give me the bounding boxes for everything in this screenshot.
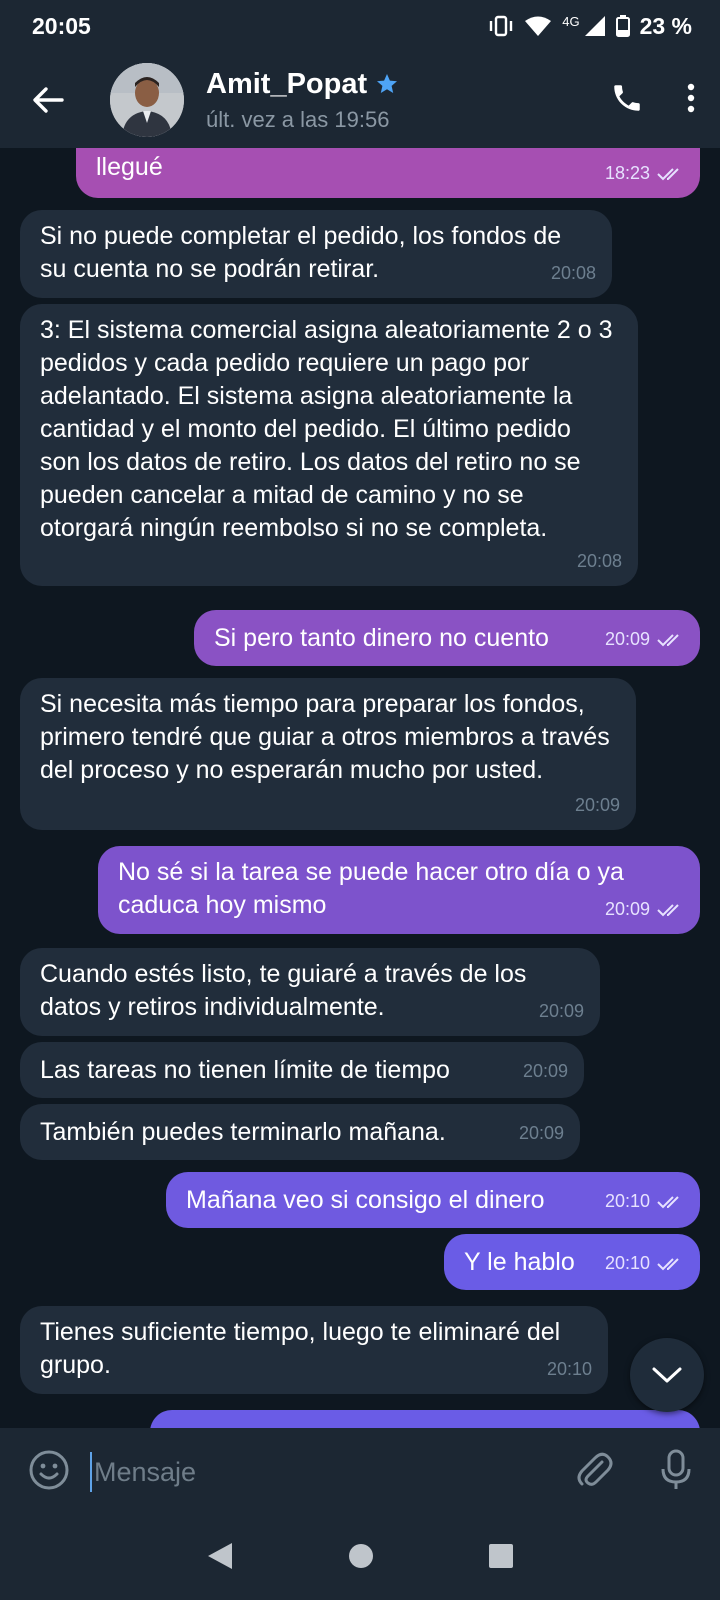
- avatar[interactable]: [110, 63, 184, 137]
- outgoing-message[interactable]: Si pero tanto dinero no cuento 20:09: [194, 610, 700, 666]
- message-time: 20:09: [604, 899, 650, 919]
- outgoing-message[interactable]: No sé si la tarea se puede hacer otro dí…: [98, 846, 700, 934]
- status-bar: 20:05 4G 23 %: [0, 0, 720, 52]
- incoming-message[interactable]: Si necesita más tiempo para preparar los…: [20, 678, 636, 830]
- nav-back-button[interactable]: [206, 1541, 234, 1576]
- incoming-message[interactable]: También puedes terminarlo mañana. 20:09: [20, 1104, 580, 1160]
- message-time: 18:23: [604, 163, 650, 183]
- status-icons: 4G 23 %: [488, 13, 692, 40]
- incoming-message[interactable]: Tienes suficiente tiempo, luego te elimi…: [20, 1306, 608, 1394]
- star-icon: [377, 74, 398, 93]
- wifi-icon: [524, 15, 552, 37]
- message-time: 20:09: [574, 795, 620, 815]
- outgoing-message[interactable]: Mañana veo si consigo el dinero 20:10: [166, 1172, 700, 1228]
- incoming-message[interactable]: Cuando estés listo, te guiaré a través d…: [20, 948, 600, 1036]
- message-composer: Mensaje: [0, 1428, 720, 1516]
- outgoing-message[interactable]: Y le hablo 20:10: [444, 1234, 700, 1290]
- circle-home-icon: [348, 1543, 373, 1568]
- contact-info[interactable]: Amit_Popat últ. vez a las 19:56: [206, 68, 610, 133]
- nav-home-button[interactable]: [347, 1542, 375, 1575]
- double-check-icon: [657, 903, 679, 916]
- arrow-left-icon: [33, 87, 64, 113]
- message-time: 20:09: [538, 1001, 584, 1021]
- chat-header: Amit_Popat últ. vez a las 19:56: [0, 52, 720, 148]
- message-time: 20:09: [604, 629, 650, 649]
- message-time: 20:08: [550, 263, 596, 283]
- network-type: 4G: [562, 13, 580, 29]
- back-button[interactable]: [28, 80, 68, 120]
- message-time: 20:08: [576, 551, 622, 571]
- scroll-down-button[interactable]: [630, 1338, 704, 1412]
- vibrate-icon: [488, 15, 514, 37]
- chevron-down-icon: [652, 1367, 682, 1383]
- paperclip-icon: [577, 1452, 613, 1486]
- double-check-icon: [657, 633, 679, 646]
- smiley-icon: [29, 1450, 69, 1489]
- voice-button[interactable]: [660, 1449, 692, 1496]
- signal-icon: [584, 15, 606, 37]
- outgoing-message[interactable]: Bien dios en el grupo era de roceso y ha…: [76, 148, 700, 198]
- status-time: 20:05: [32, 12, 91, 39]
- more-vertical-icon: [687, 83, 695, 112]
- microphone-icon: [661, 1449, 691, 1489]
- message-time: 20:10: [546, 1359, 592, 1379]
- message-input[interactable]: Mensaje: [90, 1452, 574, 1492]
- last-seen: últ. vez a las 19:56: [206, 106, 390, 132]
- chat-area[interactable]: Bien dios en el grupo era de roceso y ha…: [0, 148, 720, 1428]
- menu-button[interactable]: [686, 82, 696, 119]
- message-time: 20:10: [604, 1191, 650, 1211]
- battery-icon: [615, 15, 630, 37]
- triangle-back-icon: [208, 1542, 233, 1569]
- phone-icon: [614, 84, 640, 111]
- incoming-message[interactable]: Si no puede completar el pedido, los fon…: [20, 210, 612, 298]
- double-check-icon: [657, 1195, 679, 1208]
- double-check-icon: [657, 1257, 679, 1270]
- contact-name: Amit_Popat: [206, 67, 368, 100]
- message-time: 20:10: [604, 1253, 650, 1273]
- outgoing-message-partial[interactable]: [150, 1410, 700, 1428]
- system-navigation-bar: [0, 1516, 720, 1600]
- incoming-message[interactable]: 3: El sistema comercial asigna aleatoria…: [20, 304, 638, 586]
- call-button[interactable]: [610, 81, 644, 120]
- double-check-icon: [657, 167, 679, 180]
- incoming-message[interactable]: Las tareas no tienen límite de tiempo 20…: [20, 1042, 584, 1098]
- nav-recents-button[interactable]: [488, 1543, 514, 1574]
- emoji-button[interactable]: [28, 1449, 70, 1496]
- message-time: 20:09: [522, 1061, 568, 1081]
- square-recents-icon: [488, 1543, 513, 1568]
- message-time: 20:09: [518, 1123, 564, 1143]
- battery-level: 23 %: [639, 12, 692, 39]
- attach-button[interactable]: [574, 1450, 614, 1495]
